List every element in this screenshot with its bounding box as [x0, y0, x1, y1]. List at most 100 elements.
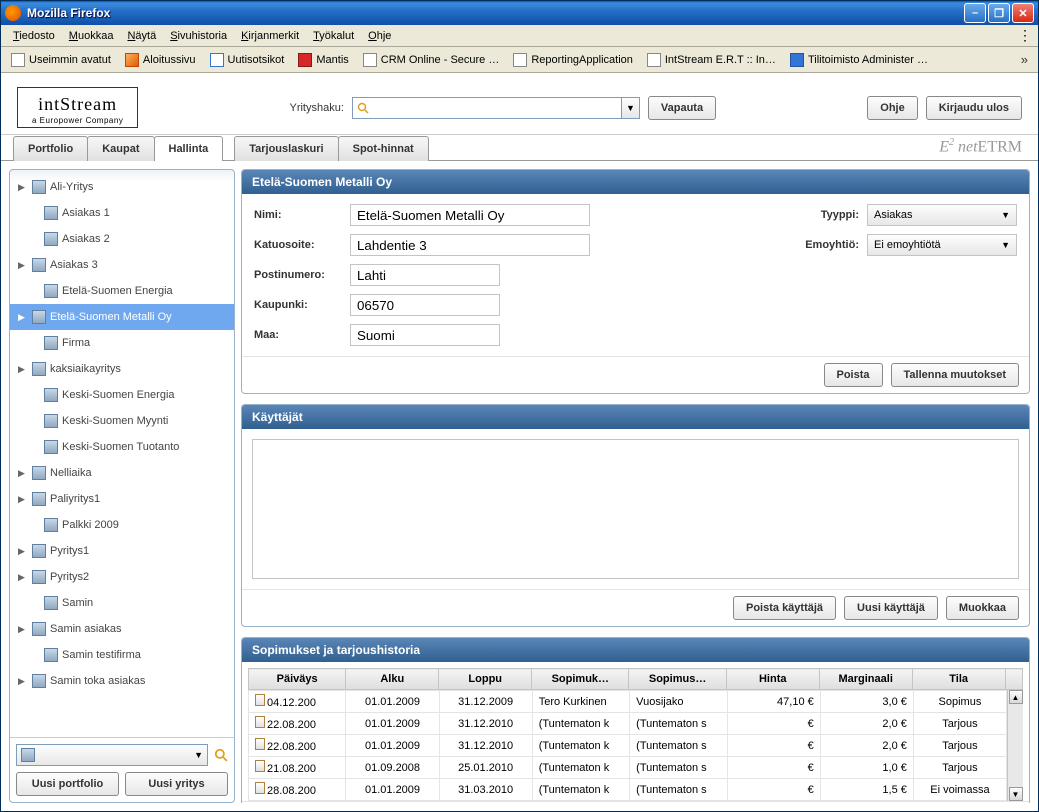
new-portfolio-button[interactable]: Uusi portfolio — [16, 772, 119, 796]
table-row[interactable]: 21.08.20001.09.200825.01.2010(Tuntematon… — [249, 757, 1007, 779]
tree-item[interactable]: ▶Paliyritys1 — [10, 486, 234, 512]
menu-edit[interactable]: Muokkaa — [63, 28, 120, 44]
user-new-button[interactable]: Uusi käyttäjä — [844, 596, 938, 620]
tree-item[interactable]: Keski-Suomen Energia — [10, 382, 234, 408]
release-button[interactable]: Vapauta — [648, 96, 716, 120]
tab-portfolio[interactable]: Portfolio — [13, 136, 88, 161]
col-contract2[interactable]: Sopimus… — [629, 669, 726, 690]
table-row[interactable]: 28.08.20001.01.200931.03.2010(Tuntematon… — [249, 779, 1007, 801]
menu-history[interactable]: Sivuhistoria — [164, 28, 233, 44]
table-row[interactable]: 22.08.20001.01.200931.12.2010(Tuntematon… — [249, 735, 1007, 757]
bookmark-intstream[interactable]: IntStream E.R.T :: In… — [643, 52, 780, 68]
tab-admin[interactable]: Hallinta — [154, 136, 224, 161]
expand-icon[interactable]: ▶ — [18, 494, 28, 505]
zip-input[interactable] — [350, 264, 500, 286]
tree-item[interactable]: ▶Samin toka asiakas — [10, 668, 234, 694]
col-start[interactable]: Alku — [346, 669, 439, 690]
tab-trades[interactable]: Kaupat — [87, 136, 154, 161]
menu-view[interactable]: Näytä — [121, 28, 162, 44]
company-delete-button[interactable]: Poista — [824, 363, 883, 387]
tree-item[interactable]: ▶Samin asiakas — [10, 616, 234, 642]
menu-bookmarks[interactable]: Kirjanmerkit — [235, 28, 305, 44]
scroll-up-icon[interactable]: ▲ — [1009, 690, 1023, 704]
bookmark-home[interactable]: Aloitussivu — [121, 52, 200, 68]
company-save-button[interactable]: Tallenna muutokset — [891, 363, 1019, 387]
col-price[interactable]: Hinta — [726, 669, 819, 690]
help-button[interactable]: Ohje — [867, 96, 917, 120]
expand-icon[interactable]: ▶ — [18, 468, 28, 479]
tree-item[interactable]: Keski-Suomen Tuotanto — [10, 434, 234, 460]
expand-icon[interactable]: ▶ — [18, 546, 28, 557]
col-date[interactable]: Päiväys — [249, 669, 346, 690]
maximize-button[interactable]: ❐ — [988, 3, 1010, 23]
grid-scrollbar[interactable]: ▲ ▼ — [1007, 690, 1023, 801]
logout-button[interactable]: Kirjaudu ulos — [926, 96, 1022, 120]
users-listbox[interactable] — [252, 439, 1019, 579]
bookmark-most-visited[interactable]: Useimmin avatut — [7, 52, 115, 68]
company-search-input[interactable] — [352, 97, 622, 119]
expand-icon[interactable]: ▶ — [18, 182, 28, 193]
tree-item[interactable]: Palkki 2009 — [10, 512, 234, 538]
expand-icon[interactable]: ▶ — [18, 260, 28, 271]
col-end[interactable]: Loppu — [439, 669, 532, 690]
menu-tools[interactable]: Työkalut — [307, 28, 360, 44]
scroll-down-icon[interactable]: ▼ — [1009, 787, 1023, 801]
tree-item[interactable]: ▶Pyritys2 — [10, 564, 234, 590]
label-city: Kaupunki: — [254, 299, 342, 311]
expand-icon[interactable]: ▶ — [18, 364, 28, 375]
bookmark-reporting[interactable]: ReportingApplication — [509, 52, 637, 68]
bookmark-news[interactable]: Uutisotsikot — [206, 52, 289, 68]
minimize-button[interactable]: – — [964, 3, 986, 23]
parent-select[interactable]: Ei emoyhtiötä▼ — [867, 234, 1017, 256]
company-tree[interactable]: ▶Ali-Yritys Asiakas 1 Asiakas 2 ▶Asiakas… — [10, 170, 234, 737]
expand-icon[interactable]: ▶ — [18, 572, 28, 583]
label-country: Maa: — [254, 329, 342, 341]
menu-file[interactable]: Tiedostodocument.currentScript.previousE… — [7, 28, 61, 44]
country-input[interactable] — [350, 324, 500, 346]
menu-overflow-icon[interactable]: ⋮ — [1018, 27, 1032, 44]
tree-item[interactable]: Samin testifirma — [10, 642, 234, 668]
tree-item[interactable]: Samin — [10, 590, 234, 616]
col-status[interactable]: Tila — [912, 669, 1005, 690]
tree-item[interactable]: ▶Ali-Yritys — [10, 174, 234, 200]
tree-item[interactable]: Asiakas 2 — [10, 226, 234, 252]
tree-item[interactable]: Keski-Suomen Myynti — [10, 408, 234, 434]
tree-item[interactable]: Firma — [10, 330, 234, 356]
tab-offer[interactable]: Tarjouslaskuri — [234, 136, 338, 161]
building-icon — [44, 648, 58, 662]
search-icon[interactable] — [214, 748, 228, 762]
filter-select[interactable]: ▼ — [16, 744, 208, 766]
bookmark-mantis[interactable]: Mantis — [294, 52, 352, 68]
type-select[interactable]: Asiakas▼ — [867, 204, 1017, 226]
tree-item[interactable]: ▶Nelliaika — [10, 460, 234, 486]
bookmark-crm[interactable]: CRM Online - Secure … — [359, 52, 504, 68]
users-panel: Käyttäjät Poista käyttäjä Uusi käyttäjä … — [241, 404, 1030, 627]
window-title: Mozilla Firefox — [27, 6, 964, 20]
name-input[interactable] — [350, 204, 590, 226]
city-input[interactable] — [350, 294, 500, 316]
menu-help[interactable]: Ohje — [362, 28, 397, 44]
col-contract[interactable]: Sopimuk… — [532, 669, 629, 690]
bookmark-tilitoimisto[interactable]: Tilitoimisto Administer … — [786, 52, 932, 68]
tree-item[interactable]: ▶Pyritys1 — [10, 538, 234, 564]
tree-item[interactable]: Asiakas 1 — [10, 200, 234, 226]
expand-icon[interactable]: ▶ — [18, 312, 28, 323]
table-row[interactable]: 22.08.20001.01.200931.12.2010(Tuntematon… — [249, 713, 1007, 735]
tree-item[interactable]: ▶kaksiaikayritys — [10, 356, 234, 382]
user-delete-button[interactable]: Poista käyttäjä — [733, 596, 836, 620]
close-button[interactable]: ✕ — [1012, 3, 1034, 23]
firefox-icon — [5, 5, 21, 21]
street-input[interactable] — [350, 234, 590, 256]
bookmarks-overflow-icon[interactable]: » — [1017, 52, 1032, 67]
col-margin[interactable]: Marginaali — [819, 669, 912, 690]
tree-item[interactable]: ▶Asiakas 3 — [10, 252, 234, 278]
tab-spot[interactable]: Spot-hinnat — [338, 136, 429, 161]
expand-icon[interactable]: ▶ — [18, 624, 28, 635]
table-row[interactable]: 04.12.20001.01.200931.12.2009Tero Kurkin… — [249, 691, 1007, 713]
new-company-button[interactable]: Uusi yritys — [125, 772, 228, 796]
tree-item-selected[interactable]: ▶Etelä-Suomen Metalli Oy — [10, 304, 234, 330]
user-edit-button[interactable]: Muokkaa — [946, 596, 1019, 620]
tree-item[interactable]: Etelä-Suomen Energia — [10, 278, 234, 304]
expand-icon[interactable]: ▶ — [18, 676, 28, 687]
search-dropdown-button[interactable]: ▼ — [622, 97, 640, 119]
